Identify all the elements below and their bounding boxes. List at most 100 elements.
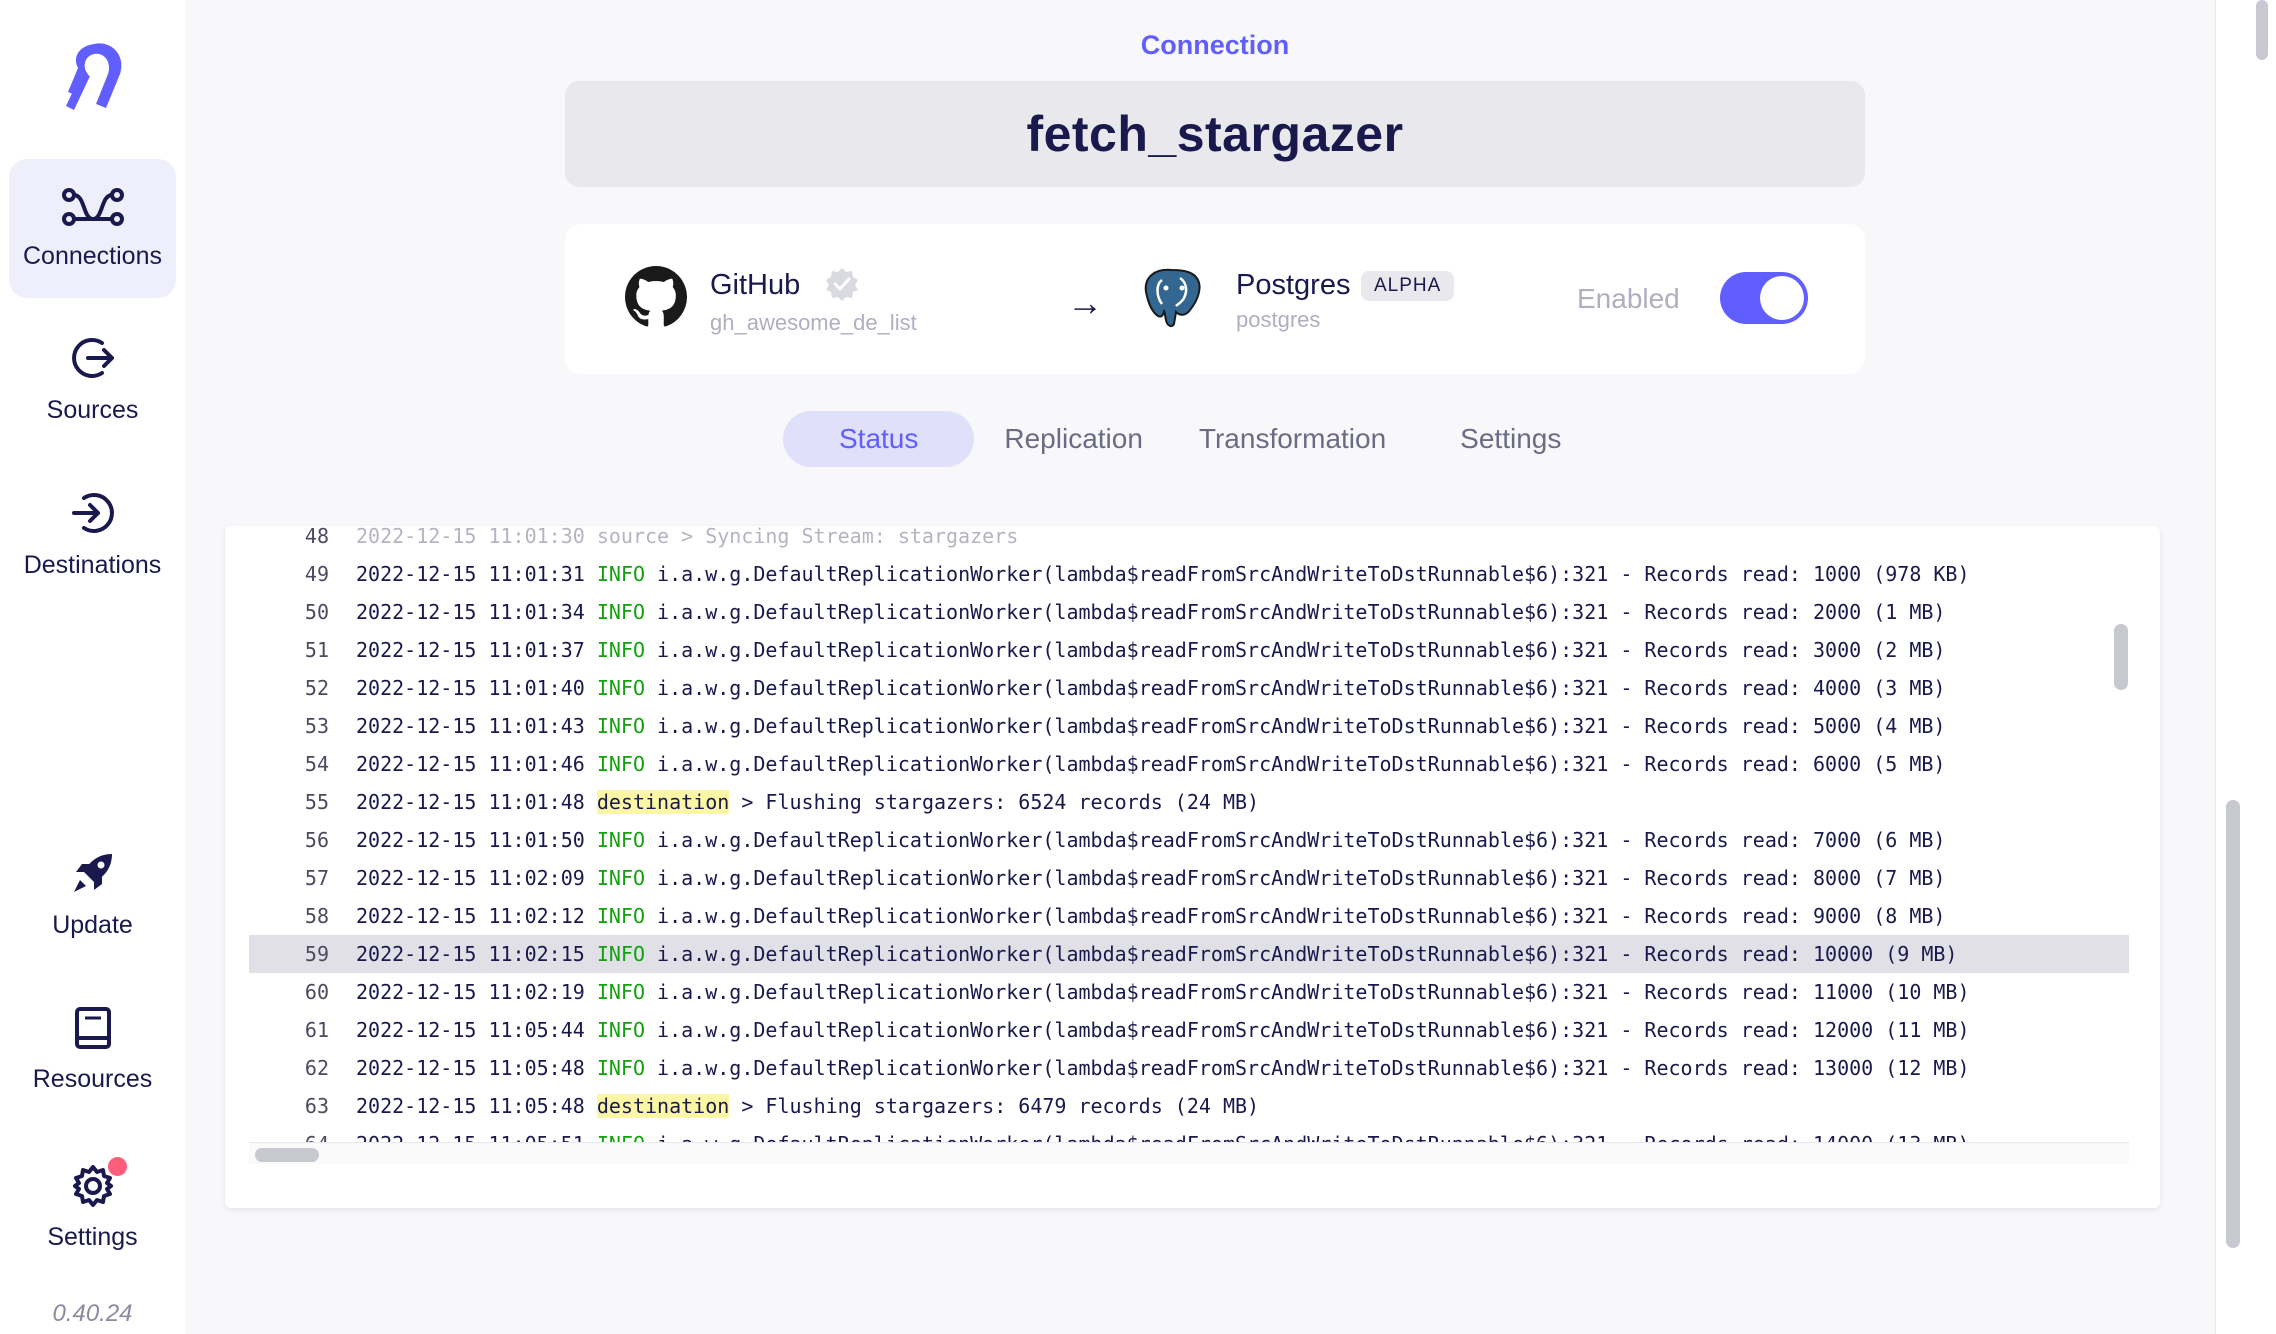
log-message: i.a.w.g.DefaultReplicationWorker(lambda$…: [657, 638, 1946, 662]
page-scrollbar-track: [2215, 0, 2276, 1334]
page-scrollbar[interactable]: [2226, 800, 2240, 1248]
notification-dot: [107, 1156, 127, 1176]
sidebar-item-resources[interactable]: Resources: [9, 1000, 176, 1100]
log-level: INFO: [596, 1056, 645, 1080]
postgres-icon: [1140, 266, 1204, 337]
log-text: 2022-12-15 11:01:37 INFO i.a.w.g.Default…: [356, 638, 1945, 662]
log-timestamp: 2022-12-15 11:01:37: [356, 638, 585, 662]
verified-icon: [823, 265, 861, 308]
log-timestamp: 2022-12-15 11:02:15: [356, 942, 585, 966]
enabled-label: Enabled: [1577, 283, 1680, 314]
sidebar: Connections Sources Destinations Update …: [0, 0, 185, 1334]
connection-tabs: Status Replication Transformation Settin…: [783, 411, 1589, 467]
log-message: i.a.w.g.DefaultReplicationWorker(lambda$…: [657, 562, 1970, 586]
log-row: 62 2022-12-15 11:05:48 INFO i.a.w.g.Defau…: [249, 1049, 2129, 1087]
log-level: INFO: [596, 866, 645, 890]
rocket-icon: [70, 850, 116, 901]
log-timestamp: 2022-12-15 11:01:50: [356, 828, 585, 852]
log-timestamp: 2022-12-15 11:01:43: [356, 714, 585, 738]
log-level: INFO: [596, 1018, 645, 1042]
log-level: INFO: [597, 1132, 645, 1142]
log-timestamp: 2022-12-15 11:01:34: [356, 600, 585, 624]
book-icon: [73, 1006, 113, 1055]
log-viewer[interactable]: 48 2022-12-15 11:01:30 source > Syncing …: [249, 526, 2129, 1142]
log-message: i.a.w.g.DefaultReplicationWorker(lambda$…: [657, 714, 1946, 738]
log-message: i.a.w.g.DefaultReplicationWorker(lambda$…: [657, 1056, 1970, 1080]
tab-replication[interactable]: Replication: [976, 411, 1171, 467]
log-level: INFO: [596, 562, 645, 586]
log-text: 2022-12-15 11:01:30 source > Syncing Str…: [356, 526, 1019, 548]
gear-icon: [71, 1156, 127, 1213]
log-row: 50 2022-12-15 11:01:34 INFO i.a.w.g.Defau…: [249, 593, 2129, 631]
log-row: 52 2022-12-15 11:01:40 INFO i.a.w.g.Defau…: [249, 669, 2129, 707]
destination-name[interactable]: Postgres: [1236, 269, 1350, 302]
log-timestamp: 2022-12-15 11:01:48: [356, 790, 585, 814]
log-level: INFO: [596, 980, 645, 1004]
line-number: 56: [304, 828, 329, 852]
log-text: 2022-12-15 11:05:48 INFO i.a.w.g.Default…: [356, 1056, 1970, 1080]
tab-transformation[interactable]: Transformation: [1171, 411, 1414, 467]
sidebar-item-connections[interactable]: Connections: [9, 159, 176, 298]
log-text: 2022-12-15 11:02:19 INFO i.a.w.g.Default…: [356, 980, 1970, 1004]
sources-icon: [70, 335, 116, 386]
tab-settings[interactable]: Settings: [1432, 411, 1589, 467]
log-vertical-scrollbar[interactable]: [2114, 624, 2128, 690]
log-level: INFO: [596, 942, 645, 966]
log-timestamp: 2022-12-15 11:05:51: [356, 1132, 585, 1142]
sidebar-item-destinations[interactable]: Destinations: [9, 485, 176, 585]
arrow-right-icon: →: [1067, 282, 1103, 323]
log-message: i.a.w.g.DefaultReplicationWorker(lambda$…: [657, 866, 1946, 890]
log-row: 60 2022-12-15 11:02:19 INFO i.a.w.g.Defau…: [249, 973, 2129, 1011]
line-number: 48: [304, 526, 329, 548]
line-number: 63: [304, 1094, 329, 1118]
log-row: 51 2022-12-15 11:01:37 INFO i.a.w.g.Defau…: [249, 631, 2129, 669]
page-title: fetch_stargazer: [1026, 106, 1404, 162]
log-horizontal-scrollbar[interactable]: [255, 1148, 319, 1162]
log-lines: 48 2022-12-15 11:01:30 source > Syncing …: [249, 526, 2129, 1142]
log-level: INFO: [596, 638, 645, 662]
log-timestamp: 2022-12-15 11:01:46: [356, 752, 585, 776]
log-level: INFO: [596, 714, 645, 738]
main-content: Connection fetch_stargazer GitHub gh_awe…: [185, 0, 2215, 1334]
log-message: i.a.w.g.DefaultReplicationWorker(lambda$…: [657, 942, 1958, 966]
line-number: 49: [304, 562, 329, 586]
log-message: i.a.w.g.DefaultReplicationWorker(lambda$…: [657, 828, 1946, 852]
destination-subtitle: postgres: [1236, 307, 1321, 332]
log-row: 49 2022-12-15 11:01:31 INFO i.a.w.g.Defau…: [249, 555, 2129, 593]
connections-icon: [61, 187, 125, 232]
log-row: 54 2022-12-15 11:01:46 INFO i.a.w.g.Defau…: [249, 745, 2129, 783]
log-text: 2022-12-15 11:05:48 destination > Flushi…: [356, 1094, 1259, 1118]
sidebar-item-update[interactable]: Update: [9, 845, 176, 945]
line-number: 53: [304, 714, 329, 738]
log-timestamp: 2022-12-15 11:02:12: [356, 904, 585, 928]
line-number: 58: [304, 904, 329, 928]
sidebar-item-label: Settings: [47, 1222, 138, 1251]
tab-status[interactable]: Status: [783, 411, 975, 467]
line-number: 51: [304, 638, 329, 662]
line-number: 55: [304, 790, 329, 814]
sidebar-item-sources[interactable]: Sources: [9, 330, 176, 430]
log-text: 2022-12-15 11:01:50 INFO i.a.w.g.Default…: [356, 828, 1945, 852]
log-row-partial: 48 2022-12-15 11:01:30 source > Syncing …: [249, 526, 2129, 555]
log-row: 55 2022-12-15 11:01:48 destination > Flus…: [249, 783, 2129, 821]
log-text: 2022-12-15 11:02:12 INFO i.a.w.g.Default…: [356, 904, 1945, 928]
log-text: 2022-12-15 11:01:43 INFO i.a.w.g.Default…: [356, 714, 1945, 738]
source-subtitle: gh_awesome_de_list: [710, 310, 917, 335]
line-number: 60: [304, 980, 329, 1004]
destinations-icon: [70, 490, 116, 541]
sidebar-item-settings[interactable]: Settings: [9, 1155, 176, 1260]
log-message: i.a.w.g.DefaultReplicationWorker(lambda$…: [657, 600, 1946, 624]
title-box: fetch_stargazer: [565, 81, 1865, 187]
log-level: INFO: [596, 904, 645, 928]
page-scrollbar-top[interactable]: [2256, 0, 2268, 60]
enabled-toggle[interactable]: [1720, 272, 1808, 324]
airbyte-logo-icon[interactable]: [56, 38, 128, 116]
log-row: 57 2022-12-15 11:02:09 INFO i.a.w.g.Defau…: [249, 859, 2129, 897]
log-row: 56 2022-12-15 11:01:50 INFO i.a.w.g.Defau…: [249, 821, 2129, 859]
log-level: INFO: [596, 752, 645, 776]
sidebar-item-label: Connections: [23, 241, 162, 270]
log-text: 2022-12-15 11:05:51 INFO i.a.w.g.Default…: [356, 1132, 1970, 1142]
source-name[interactable]: GitHub: [710, 269, 800, 302]
log-message: > Flushing stargazers: 6479 records (24 …: [741, 1094, 1260, 1118]
log-row: 63 2022-12-15 11:05:48 destination > Flus…: [249, 1087, 2129, 1125]
